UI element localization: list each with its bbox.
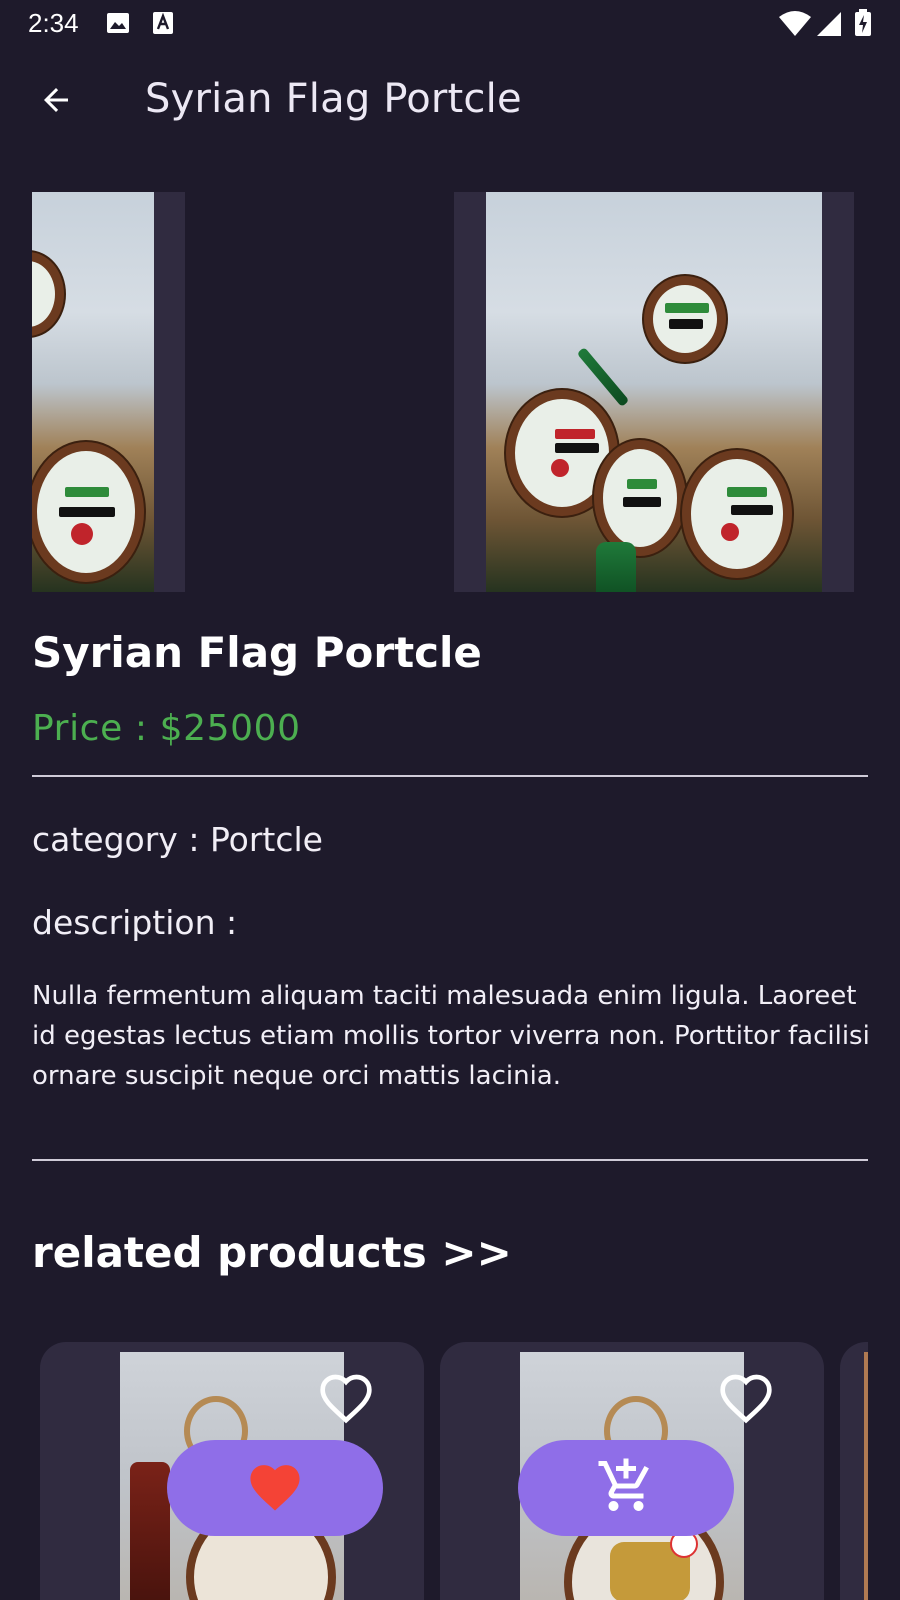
- related-product-card[interactable]: [440, 1342, 824, 1600]
- signal-icon: [816, 11, 842, 41]
- product-description: Nulla fermentum aliquam taciti malesuada…: [32, 981, 870, 1091]
- product-category: category : Portcle: [32, 820, 323, 859]
- add-to-cart-button[interactable]: [518, 1440, 734, 1536]
- favorite-button[interactable]: [316, 1370, 376, 1430]
- battery-charging-icon: [854, 9, 872, 41]
- status-time: 2:34: [28, 8, 79, 38]
- status-bar: 2:34: [0, 0, 900, 48]
- page-title: Syrian Flag Portcle: [145, 76, 522, 122]
- add-to-favorites-button[interactable]: [167, 1440, 383, 1536]
- favorite-button[interactable]: [716, 1370, 776, 1430]
- product-image: [486, 192, 822, 592]
- add-to-cart-icon: [596, 1456, 656, 1520]
- related-products-list[interactable]: [0, 1342, 868, 1600]
- back-button[interactable]: [26, 76, 86, 128]
- heart-filled-icon: [245, 1459, 305, 1517]
- image-icon: [106, 11, 130, 39]
- product-image: [32, 192, 154, 592]
- a-text-icon: [152, 11, 174, 39]
- related-products-heading[interactable]: related products >>: [32, 1228, 512, 1277]
- wifi-icon: [778, 11, 812, 41]
- divider: [32, 1159, 868, 1161]
- product-name: Syrian Flag Portcle: [32, 628, 482, 677]
- description-label: description :: [32, 903, 238, 942]
- divider: [32, 775, 868, 777]
- related-product-card[interactable]: [840, 1342, 868, 1600]
- app-bar: Syrian Flag Portcle: [0, 60, 900, 144]
- carousel-slide[interactable]: [454, 192, 854, 592]
- product-price: Price : $25000: [32, 708, 301, 749]
- heart-outline-icon: [318, 1372, 374, 1428]
- arrow-left-icon: [38, 82, 74, 122]
- carousel-slide[interactable]: [32, 192, 185, 592]
- related-product-card[interactable]: [40, 1342, 424, 1600]
- product-image-carousel[interactable]: [0, 192, 900, 592]
- heart-outline-icon: [718, 1372, 774, 1428]
